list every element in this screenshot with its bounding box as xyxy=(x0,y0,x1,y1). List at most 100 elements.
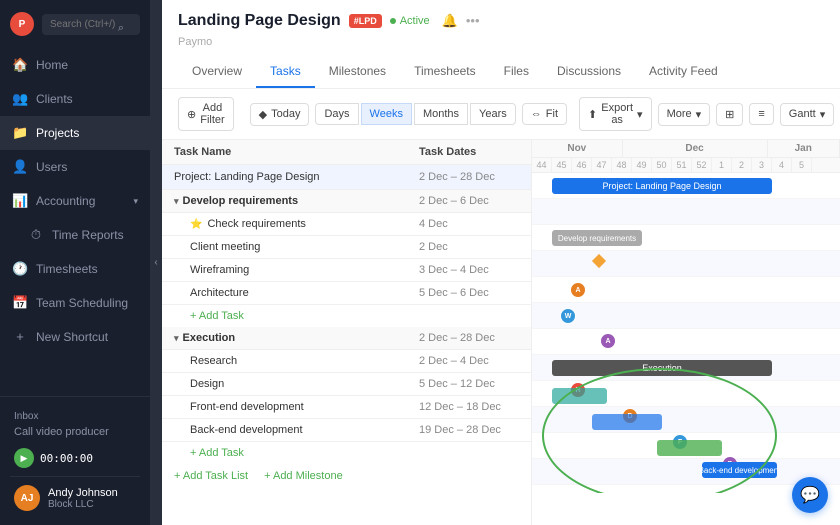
gantt-bar-research[interactable] xyxy=(552,388,607,404)
tab-discussions[interactable]: Discussions xyxy=(543,56,635,88)
status-dot xyxy=(390,18,396,24)
task-list: Task Name Task Dates Project: Landing Pa… xyxy=(162,140,532,525)
fit-button[interactable]: ⇔ Fit xyxy=(522,103,567,125)
columns-icon: ⊞ xyxy=(725,108,734,121)
bell-icon[interactable]: 🔔 xyxy=(442,13,458,29)
gantt-day: 45 xyxy=(552,158,572,172)
task-row: Wireframing 3 Dec – 4 Dec xyxy=(162,259,531,282)
tab-overview[interactable]: Overview xyxy=(178,56,256,88)
gantt-button[interactable]: Gantt ▾ xyxy=(780,103,834,126)
sidebar-item-new-shortcut[interactable]: + New Shortcut xyxy=(0,320,150,353)
sidebar-item-accounting[interactable]: 📊 Accounting ▾ xyxy=(0,184,150,218)
search-input[interactable] xyxy=(42,14,140,35)
collapse-icon: ‹ xyxy=(154,257,157,268)
add-task-button-group2[interactable]: + Add Task xyxy=(162,442,531,464)
gantt-bar-develop-requirements[interactable]: Develop requirements xyxy=(552,230,642,246)
group-dates: 2 Dec – 6 Dec xyxy=(419,195,519,207)
tab-timesheets[interactable]: Timesheets xyxy=(400,56,490,88)
tab-files[interactable]: Files xyxy=(490,56,543,88)
group-expand-icon[interactable]: ▾ xyxy=(174,333,179,344)
header-icons: 🔔 ••• xyxy=(442,13,480,29)
group-expand-icon[interactable]: ▾ xyxy=(174,196,179,207)
page-title: Landing Page Design xyxy=(178,12,341,30)
avatar-dot: W xyxy=(560,308,576,324)
gantt-month-dec: Dec xyxy=(623,140,768,157)
group-name: Execution xyxy=(183,332,419,344)
days-button[interactable]: Days xyxy=(315,103,358,125)
gantt-day: 3 xyxy=(752,158,772,172)
tab-tasks[interactable]: Tasks xyxy=(256,56,315,88)
tab-activity-feed[interactable]: Activity Feed xyxy=(635,56,732,88)
export-button[interactable]: ⬆ Export as ▾ xyxy=(579,97,652,131)
gantt-bar-project[interactable]: Project: Landing Page Design xyxy=(552,178,772,194)
task-dates: 2 Dec xyxy=(419,241,519,253)
gantt-bar-label: Back-end development xyxy=(702,466,777,475)
timer-row: ▶ 00:00:00 xyxy=(10,444,140,472)
search-icon: ⌕ xyxy=(118,22,124,35)
project-row-name: Project: Landing Page Design xyxy=(174,171,419,183)
sidebar-item-projects[interactable]: 📁 Projects xyxy=(0,116,150,150)
user-name: Andy Johnson xyxy=(48,487,136,499)
star-icon: ⭐ xyxy=(190,219,202,230)
sidebar-item-clients[interactable]: 👥 Clients xyxy=(0,82,150,116)
user-row: AJ Andy Johnson Block LLC xyxy=(10,476,140,515)
task-row: Architecture 5 Dec – 6 Dec xyxy=(162,282,531,305)
sidebar-item-users-label: Users xyxy=(36,160,67,174)
task-dates: 12 Dec – 18 Dec xyxy=(419,401,519,413)
task-row: Front-end development 12 Dec – 18 Dec xyxy=(162,396,531,419)
sidebar-item-users[interactable]: 👤 Users xyxy=(0,150,150,184)
task-row-name: Research xyxy=(190,355,419,367)
sidebar-item-time-reports-label: Time Reports xyxy=(52,228,124,242)
status-label: Active xyxy=(400,15,430,27)
gantt-day: 1 xyxy=(712,158,732,172)
accounting-expand-icon: ▾ xyxy=(133,196,138,207)
chart-type-button[interactable]: ≡ xyxy=(749,103,773,125)
task-row: ⭐ Check requirements 4 Dec xyxy=(162,213,531,236)
sidebar-logo: P ⌕ xyxy=(0,0,150,48)
gantt-bar-execution[interactable]: Execution xyxy=(552,360,772,376)
tab-milestones[interactable]: Milestones xyxy=(315,56,400,88)
years-button[interactable]: Years xyxy=(470,103,516,125)
gantt-month-nov: Nov xyxy=(532,140,623,157)
sidebar-item-home-label: Home xyxy=(36,58,68,72)
sidebar-item-team-scheduling[interactable]: 📅 Team Scheduling xyxy=(0,286,150,320)
users-icon: 👤 xyxy=(12,159,28,175)
task-dates: 5 Dec – 12 Dec xyxy=(419,378,519,390)
sidebar-item-timesheets-label: Timesheets xyxy=(36,262,98,276)
inbox-label: Inbox xyxy=(10,407,140,424)
add-task-button-group1[interactable]: + Add Task xyxy=(162,305,531,327)
task-row-name: Client meeting xyxy=(190,241,419,253)
gantt-bar-design[interactable] xyxy=(592,414,662,430)
gantt-bar-frontend[interactable] xyxy=(657,440,722,456)
add-filter-button[interactable]: ⊕ Add Filter xyxy=(178,97,234,131)
columns-button[interactable]: ⊞ xyxy=(716,103,743,126)
sidebar-item-home[interactable]: 🏠 Home xyxy=(0,48,150,82)
task-dates: 4 Dec xyxy=(419,218,519,230)
gantt-day: 47 xyxy=(592,158,612,172)
more-button[interactable]: More ▾ xyxy=(658,103,711,126)
gantt-label: Gantt xyxy=(789,108,816,120)
gantt-chevron-icon: ▾ xyxy=(820,108,826,121)
chat-button[interactable]: 💬 xyxy=(792,477,828,513)
sidebar-item-timesheets[interactable]: 🕐 Timesheets xyxy=(0,252,150,286)
chat-icon: 💬 xyxy=(800,485,820,505)
more-icon[interactable]: ••• xyxy=(466,13,480,29)
timer-play-button[interactable]: ▶ xyxy=(14,448,34,468)
clients-icon: 👥 xyxy=(12,91,28,107)
sidebar-item-clients-label: Clients xyxy=(36,92,73,106)
sidebar-collapse-button[interactable]: ‹ xyxy=(150,0,162,525)
months-button[interactable]: Months xyxy=(414,103,468,125)
weeks-button[interactable]: Weeks xyxy=(361,103,412,125)
fit-icon: ⇔ xyxy=(531,108,542,120)
gantt-bar-backend[interactable]: Back-end development xyxy=(702,462,777,478)
sidebar-item-time-reports[interactable]: ⏱ Time Reports xyxy=(0,218,150,252)
inbox-item: Call video producer xyxy=(10,424,140,444)
add-milestone-button[interactable]: + Add Milestone xyxy=(264,470,343,482)
group-dates: 2 Dec – 28 Dec xyxy=(419,332,519,344)
today-button[interactable]: ◆ Today xyxy=(250,103,310,126)
task-dates: 19 Dec – 28 Dec xyxy=(419,424,519,436)
project-row: Project: Landing Page Design 2 Dec – 28 … xyxy=(162,165,531,190)
add-task-list-button[interactable]: + Add Task List xyxy=(174,470,248,482)
task-row-name: Architecture xyxy=(190,287,419,299)
gantt-day: 50 xyxy=(652,158,672,172)
